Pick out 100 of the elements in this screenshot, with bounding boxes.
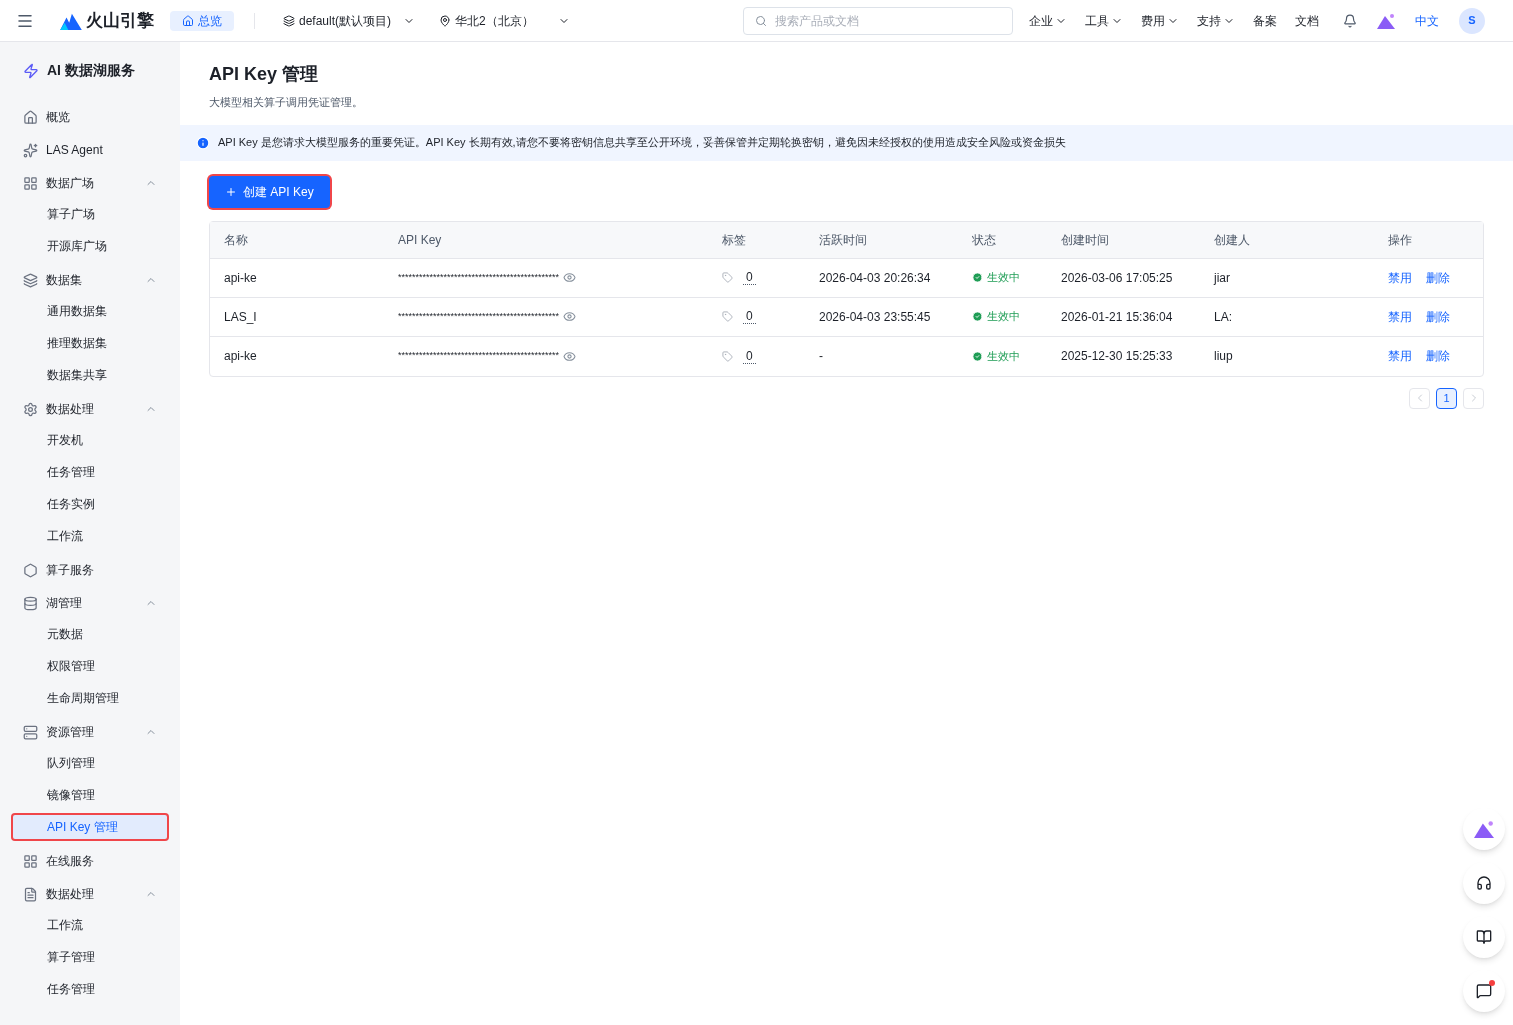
- nav-item[interactable]: 工作流: [11, 911, 169, 939]
- location-pin-icon: [439, 14, 452, 27]
- eye-icon[interactable]: [563, 310, 577, 323]
- nav-item[interactable]: 任务管理: [11, 975, 169, 1003]
- info-icon: [196, 135, 210, 150]
- nav-item[interactable]: 算子管理: [11, 943, 169, 971]
- action-link[interactable]: 删除: [1426, 307, 1450, 326]
- table-cell-text: api-ke: [224, 348, 257, 365]
- support-button[interactable]: [1463, 862, 1505, 904]
- mountain-icon: [1474, 820, 1494, 838]
- nav-group[interactable]: 数据处理: [11, 393, 169, 425]
- nav-group[interactable]: 概览: [11, 101, 169, 133]
- tag-count[interactable]: 0: [743, 348, 756, 364]
- project-selector[interactable]: default(默认项目): [283, 11, 416, 30]
- table-cell-text: api-ke: [224, 269, 257, 287]
- table-cell-text: 2026-01-21 15:36:04: [1060, 308, 1174, 326]
- nav-item[interactable]: 元数据: [11, 620, 169, 648]
- nav-item[interactable]: 任务管理: [11, 458, 169, 486]
- tag-count[interactable]: 0: [743, 270, 756, 285]
- column-header: 操作: [1387, 231, 1413, 249]
- nav-item[interactable]: 权限管理: [11, 652, 169, 680]
- nav-group[interactable]: 在线服务: [11, 845, 169, 877]
- nav-item[interactable]: 算子广场: [11, 200, 169, 228]
- notice-text: API Key 是您请求大模型服务的重要凭证。API Key 长期有效,请您不要将密钥信息共享至公开环境，妥善保管并定期轮换密钥，避免因未经授权的使用造成安全风险或资金损失: [218, 135, 1066, 151]
- service-title: AI 数据湖服务: [47, 61, 135, 80]
- nav-item[interactable]: API Key 管理: [11, 813, 169, 841]
- top-menu[interactable]: 费用: [1141, 11, 1179, 30]
- top-menu[interactable]: 文档: [1295, 11, 1319, 30]
- tag-count[interactable]: 0: [743, 309, 756, 324]
- bell-icon[interactable]: [1343, 13, 1357, 28]
- table-cell-text: 2025-12-30 15:25:33: [1060, 348, 1174, 365]
- nav-item[interactable]: 任务实例: [11, 490, 169, 518]
- page-button[interactable]: 1: [1436, 387, 1457, 409]
- house-icon: [182, 14, 194, 27]
- status-text: 生效中: [987, 309, 1020, 325]
- eye-icon[interactable]: [563, 271, 577, 284]
- check-icon: [972, 311, 983, 322]
- nav-group[interactable]: 算子服务: [11, 554, 169, 586]
- feedback-button[interactable]: [1463, 970, 1505, 1012]
- column-header: 活跃时间: [818, 231, 868, 249]
- create-api-key-button[interactable]: 创建 API Key: [209, 175, 330, 208]
- nav-item[interactable]: 数据集共享: [11, 361, 169, 389]
- action-link[interactable]: 禁用: [1388, 268, 1412, 287]
- table-cell-text: LAS_I: [224, 308, 257, 326]
- user-avatar[interactable]: S: [1459, 7, 1485, 34]
- nav-group[interactable]: LAS Agent: [11, 134, 169, 166]
- top-menu[interactable]: 企业: [1029, 11, 1067, 30]
- nav-item[interactable]: 镜像管理: [11, 781, 169, 809]
- assistant-button[interactable]: [1463, 808, 1505, 850]
- nav-group[interactable]: 数据广场: [11, 167, 169, 199]
- tag-icon: [722, 272, 733, 283]
- status-text: 生效中: [987, 348, 1020, 364]
- eye-icon[interactable]: [563, 349, 577, 363]
- headset-icon: [1476, 875, 1492, 891]
- house-icon: [23, 109, 38, 125]
- table-cell-text: 2026-04-03 23:55:45: [818, 308, 932, 326]
- column-header: 标签: [721, 231, 747, 249]
- top-menu[interactable]: 工具: [1085, 11, 1123, 30]
- tag-icon: [722, 350, 733, 362]
- server-icon: [23, 724, 38, 740]
- check-icon: [972, 350, 983, 362]
- docs-button[interactable]: [1463, 916, 1505, 958]
- nav-group[interactable]: 数据处理: [11, 878, 169, 910]
- search-field[interactable]: 搜索产品或文档: [743, 6, 1013, 35]
- nav-item[interactable]: 通用数据集: [11, 297, 169, 325]
- top-menu[interactable]: 备案: [1253, 11, 1277, 30]
- top-menu[interactable]: 支持: [1197, 11, 1235, 30]
- mountain-icon[interactable]: [1377, 12, 1395, 29]
- action-link[interactable]: 删除: [1426, 268, 1450, 287]
- database-icon: [23, 595, 38, 611]
- nav-item[interactable]: 工作流: [11, 522, 169, 550]
- tag-icon: [722, 311, 733, 322]
- service-logo-icon: [23, 62, 39, 79]
- column-header: 名称: [223, 231, 249, 249]
- language-switch[interactable]: 中文: [1415, 11, 1439, 30]
- plus-icon: [225, 185, 237, 198]
- grid-icon: [23, 175, 38, 191]
- nav-item[interactable]: 开发机: [11, 426, 169, 454]
- nav-item[interactable]: 开源库广场: [11, 232, 169, 260]
- nav-item[interactable]: 推理数据集: [11, 329, 169, 357]
- table-cell-text: liup: [1214, 348, 1233, 365]
- masked-key: **********************************************: [398, 309, 560, 324]
- nav-item[interactable]: 生命周期管理: [11, 684, 169, 712]
- nav-item[interactable]: 队列管理: [11, 749, 169, 777]
- status-text: 生效中: [987, 270, 1020, 286]
- action-link[interactable]: 删除: [1426, 347, 1450, 365]
- nav-group[interactable]: 数据集: [11, 264, 169, 296]
- action-link[interactable]: 禁用: [1388, 307, 1412, 326]
- nav-group[interactable]: 资源管理: [11, 716, 169, 748]
- document-icon: [23, 886, 38, 902]
- message-icon: [1476, 983, 1492, 999]
- nav-group[interactable]: 湖管理: [11, 587, 169, 619]
- column-header: 创建时间: [1060, 231, 1110, 249]
- region-selector[interactable]: 华北2（北京）: [439, 11, 570, 30]
- home-tab[interactable]: 总览: [170, 10, 234, 31]
- table-cell-text: jiar: [1214, 269, 1230, 287]
- layers-icon: [283, 14, 295, 27]
- action-link[interactable]: 禁用: [1388, 347, 1412, 365]
- column-header: 状态: [971, 231, 997, 249]
- book-icon: [1476, 929, 1492, 945]
